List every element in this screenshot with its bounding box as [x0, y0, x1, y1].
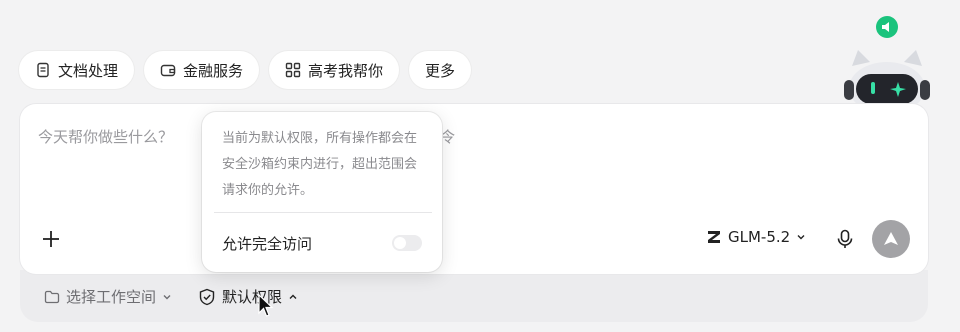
grid-icon — [285, 62, 301, 78]
model-label: GLM-5.2 — [728, 228, 791, 246]
chip-gaokao-helper[interactable]: 高考我帮你 — [269, 51, 400, 89]
permission-popover: 当前为默认权限，所有操作都会在安全沙箱约束内进行，超出范围会请求你的允许。 允许… — [202, 112, 442, 272]
permission-selector[interactable]: 默认权限 — [198, 286, 298, 307]
wallet-icon — [160, 64, 176, 77]
chevron-up-icon — [289, 294, 297, 299]
chip-document-processing[interactable]: 文档处理 — [19, 51, 135, 89]
robot-cat-mascot — [844, 50, 930, 110]
full-access-label: 允许完全访问 — [222, 235, 313, 253]
chat-input-placeholder[interactable]: 今天帮你做些什么？ — [38, 126, 173, 147]
chevron-down-icon — [163, 294, 171, 299]
shield-check-icon — [199, 288, 215, 305]
microphone-button[interactable] — [834, 228, 856, 250]
chip-label: 文档处理 — [58, 61, 119, 80]
chip-finance-services[interactable]: 金融服务 — [144, 51, 260, 89]
z-logo-icon — [708, 231, 720, 243]
send-arrow-icon — [884, 232, 898, 245]
add-attachment-button[interactable] — [40, 228, 62, 250]
mouse-cursor-icon — [258, 294, 274, 317]
workspace-selector[interactable]: 选择工作空间 — [44, 286, 172, 307]
model-selector[interactable]: GLM-5.2 — [706, 228, 806, 246]
workspace-label: 选择工作空间 — [66, 288, 157, 306]
speaker-button[interactable] — [876, 16, 898, 38]
document-icon — [37, 62, 49, 78]
chevron-down-icon — [797, 235, 805, 240]
chip-more[interactable]: 更多 — [409, 51, 472, 89]
full-access-toggle[interactable] — [392, 235, 422, 251]
permission-description: 当前为默认权限，所有操作都会在安全沙箱约束内进行，超出范围会请求你的允许。 — [222, 131, 418, 198]
folder-icon — [44, 290, 60, 303]
speaker-icon — [882, 22, 889, 32]
popover-divider — [214, 212, 432, 213]
chat-input-placeholder-tail: 令 — [440, 128, 456, 146]
suggestion-chips: 文档处理 金融服务 高考我帮你 更多 — [19, 51, 472, 89]
chip-label: 更多 — [425, 61, 456, 80]
chip-label: 高考我帮你 — [308, 61, 384, 80]
send-button[interactable] — [872, 220, 910, 258]
chip-label: 金融服务 — [183, 61, 244, 80]
